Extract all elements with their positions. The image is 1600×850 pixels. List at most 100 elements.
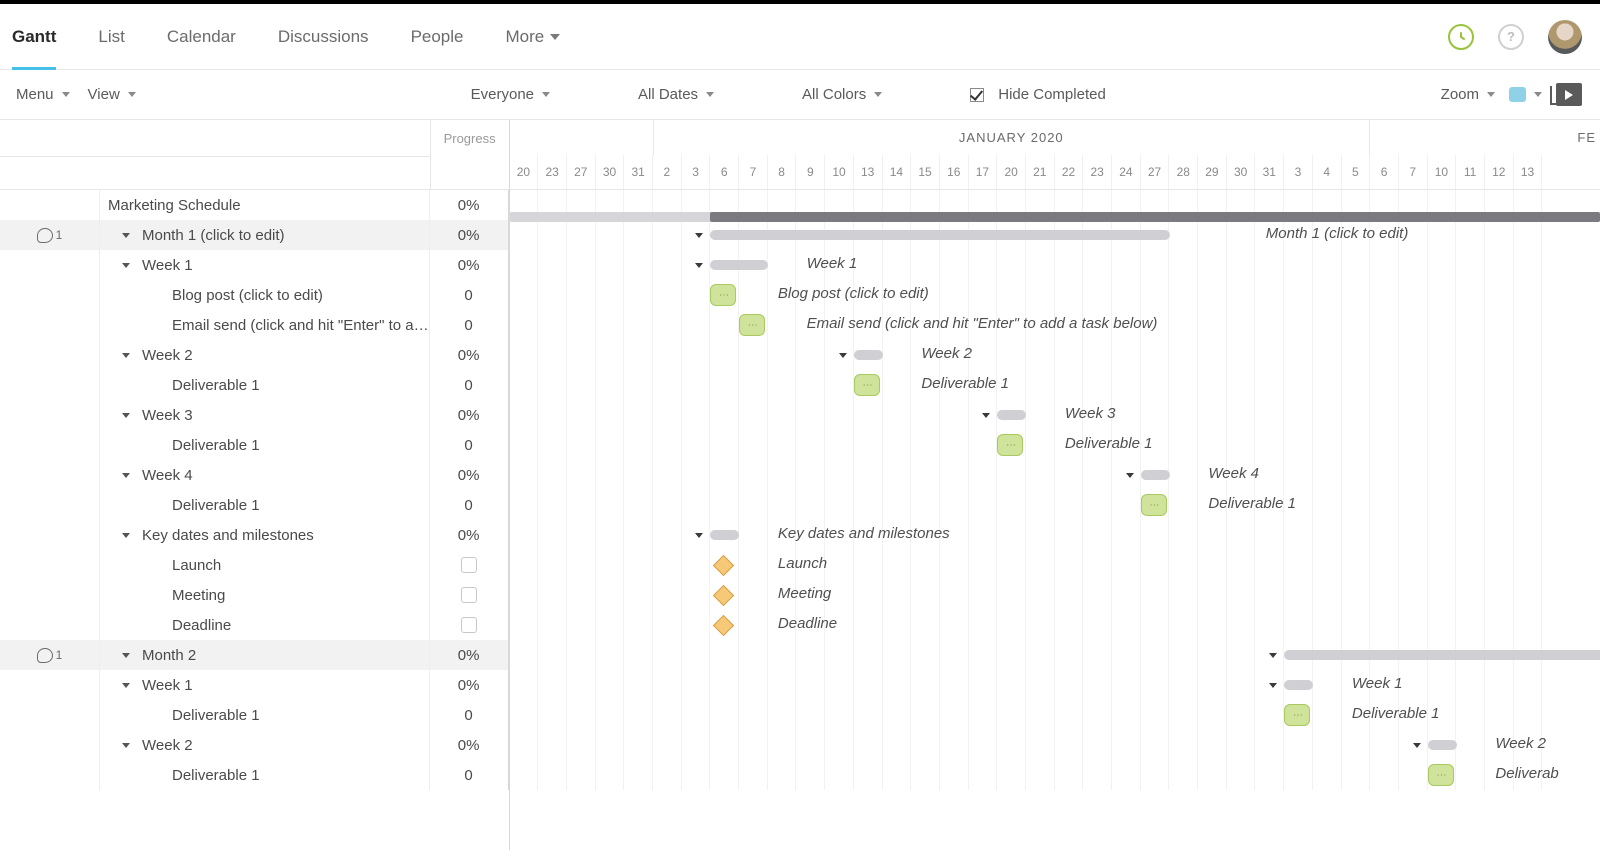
clock-icon[interactable] (1448, 24, 1474, 50)
gantt-bar[interactable] (1428, 740, 1457, 750)
collapse-toggle-icon[interactable] (695, 533, 703, 538)
collapse-toggle-icon[interactable] (1269, 683, 1277, 688)
comment-icon[interactable] (37, 228, 53, 243)
avatar[interactable] (1548, 20, 1582, 54)
timeline-row: Week 2 (510, 340, 1600, 370)
colors-filter[interactable]: All Colors (802, 86, 882, 103)
timeline-pane[interactable]: JANUARY 2020 FE 202327303123678910131415… (510, 120, 1600, 850)
milestone-icon[interactable] (713, 555, 734, 576)
tab-discussions[interactable]: Discussions (278, 5, 369, 69)
collapse-toggle-icon[interactable] (122, 683, 130, 688)
collapse-toggle-icon[interactable] (1269, 653, 1277, 658)
tab-list[interactable]: List (98, 5, 124, 69)
collapse-toggle-icon[interactable] (122, 473, 130, 478)
task-row[interactable]: Deliverable 10 (0, 700, 509, 730)
gantt-bar[interactable] (997, 410, 1026, 420)
gantt-bar[interactable] (710, 530, 739, 540)
milestone-icon[interactable] (713, 615, 734, 636)
milestone-checkbox[interactable] (461, 557, 477, 573)
task-row[interactable]: Email send (click and hit "Enter" to a…0 (0, 310, 509, 340)
comment-icon[interactable] (37, 648, 53, 663)
task-progress: 0 (430, 287, 508, 304)
tab-gantt[interactable]: Gantt (12, 5, 56, 69)
bar-label: Month 1 (click to edit) (1266, 225, 1409, 242)
task-progress: 0 (430, 437, 508, 454)
task-row[interactable]: Meeting (0, 580, 509, 610)
collapse-toggle-icon[interactable] (695, 263, 703, 268)
collapse-toggle-icon[interactable] (982, 413, 990, 418)
timeline-row: Deliverab (510, 760, 1600, 790)
task-label: Week 1 (142, 677, 193, 694)
task-bar[interactable] (1141, 494, 1167, 516)
gantt-bar[interactable] (710, 260, 767, 270)
gantt-bar[interactable] (854, 350, 883, 360)
milestone-icon[interactable] (713, 585, 734, 606)
collapse-toggle-icon[interactable] (1413, 743, 1421, 748)
collapse-toggle-icon[interactable] (122, 533, 130, 538)
collapse-toggle-icon[interactable] (122, 743, 130, 748)
task-bar[interactable] (710, 284, 736, 306)
collapse-toggle-icon[interactable] (839, 353, 847, 358)
dates-filter[interactable]: All Dates (638, 86, 714, 103)
task-label: Month 2 (142, 647, 196, 664)
zoom-dropdown[interactable]: Zoom (1441, 86, 1495, 103)
task-row[interactable]: Week 10% (0, 250, 509, 280)
bar-label: Deliverable 1 (921, 375, 1009, 392)
project-row[interactable]: Marketing Schedule 0% (0, 190, 509, 220)
bar-label: Week 1 (1352, 675, 1403, 692)
task-row[interactable]: 1Month 20% (0, 640, 509, 670)
task-bar[interactable] (739, 314, 765, 336)
collapse-toggle-icon[interactable] (122, 413, 130, 418)
task-progress: 0 (430, 317, 508, 334)
collapse-toggle-icon[interactable] (122, 353, 130, 358)
task-row[interactable]: Deliverable 10 (0, 430, 509, 460)
task-row[interactable]: Week 20% (0, 730, 509, 760)
bar-label: Week 2 (1495, 735, 1546, 752)
chevron-down-icon (550, 34, 560, 40)
present-button[interactable] (1556, 83, 1582, 106)
gantt-bar[interactable] (1141, 470, 1170, 480)
task-bar[interactable] (997, 434, 1023, 456)
gantt-bar[interactable] (1284, 680, 1313, 690)
task-row[interactable]: Key dates and milestones0% (0, 520, 509, 550)
view-dropdown[interactable]: View (88, 86, 136, 103)
task-row[interactable]: Week 10% (0, 670, 509, 700)
bar-label: Deliverable 1 (1065, 435, 1153, 452)
hide-completed-checkbox[interactable]: Hide Completed (970, 86, 1106, 103)
help-icon[interactable]: ? (1498, 24, 1524, 50)
day-column: 10 (825, 155, 854, 189)
task-progress: 0% (430, 467, 508, 484)
task-bar[interactable] (1284, 704, 1310, 726)
task-row[interactable]: Week 20% (0, 340, 509, 370)
menu-dropdown[interactable]: Menu (16, 86, 70, 103)
tab-calendar[interactable]: Calendar (167, 5, 236, 69)
task-row[interactable]: Deliverable 10 (0, 760, 509, 790)
tab-people[interactable]: People (411, 5, 464, 69)
task-row[interactable]: Deadline (0, 610, 509, 640)
task-bar[interactable] (1428, 764, 1454, 786)
task-row[interactable]: 1Month 1 (click to edit)0% (0, 220, 509, 250)
collapse-toggle-icon[interactable] (122, 233, 130, 238)
tab-label: Discussions (278, 27, 369, 47)
tab-more[interactable]: More (506, 5, 561, 69)
gantt-bar[interactable] (710, 230, 1169, 240)
collapse-toggle-icon[interactable] (122, 263, 130, 268)
color-dropdown[interactable] (1509, 87, 1542, 102)
collapse-toggle-icon[interactable] (122, 653, 130, 658)
gantt-bar[interactable] (1284, 650, 1600, 660)
task-bar[interactable] (854, 374, 880, 396)
task-row[interactable]: Deliverable 10 (0, 370, 509, 400)
everyone-filter[interactable]: Everyone (471, 86, 550, 103)
task-row[interactable]: Blog post (click to edit)0 (0, 280, 509, 310)
task-row[interactable]: Launch (0, 550, 509, 580)
milestone-checkbox[interactable] (461, 617, 477, 633)
task-row[interactable]: Week 30% (0, 400, 509, 430)
comment-count: 1 (56, 648, 63, 662)
collapse-toggle-icon[interactable] (1126, 473, 1134, 478)
task-row[interactable]: Deliverable 10 (0, 490, 509, 520)
collapse-toggle-icon[interactable] (695, 233, 703, 238)
milestone-checkbox[interactable] (461, 587, 477, 603)
task-row[interactable]: Week 40% (0, 460, 509, 490)
task-list-pane: Progress Marketing Schedule 0% 1Month 1 … (0, 120, 510, 850)
timeline-body[interactable]: Month 1 (click to edit)Week 1Blog post (… (510, 190, 1600, 790)
